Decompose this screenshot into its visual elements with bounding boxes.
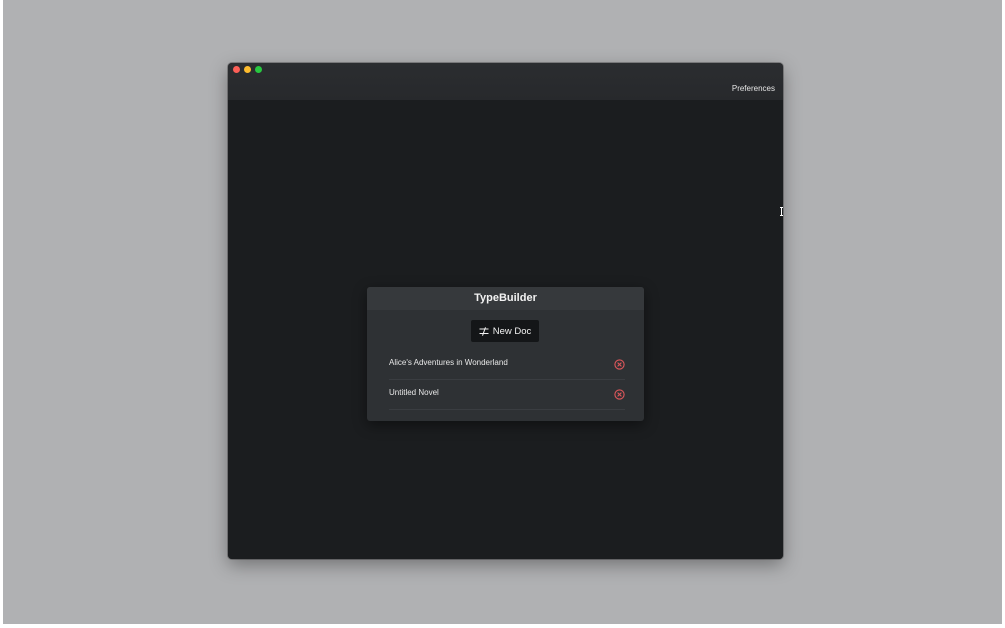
- circle-x-icon[interactable]: [614, 387, 625, 400]
- maximize-window-button[interactable]: [255, 66, 262, 73]
- text-cursor-icon: [780, 203, 783, 216]
- document-title[interactable]: Untitled Novel: [389, 388, 439, 397]
- new-doc-button[interactable]: New Doc: [471, 320, 539, 342]
- minimize-window-button[interactable]: [244, 66, 251, 73]
- document-picker-dialog: TypeBuilder New Doc Alice's Adventures i…: [367, 287, 644, 421]
- app-window: Preferences TypeBuilder New Doc Alice's …: [228, 63, 783, 559]
- close-window-button[interactable]: [233, 66, 240, 73]
- sliders-icon: [479, 326, 489, 336]
- title-bar: Preferences: [228, 63, 783, 101]
- main-content: TypeBuilder New Doc Alice's Adventures i…: [228, 100, 783, 559]
- document-list-item[interactable]: Alice's Adventures in Wonderland: [389, 350, 625, 380]
- preferences-link[interactable]: Preferences: [732, 84, 775, 93]
- new-doc-label: New Doc: [492, 325, 532, 337]
- desktop: Preferences TypeBuilder New Doc Alice's …: [3, 0, 1002, 624]
- circle-x-icon[interactable]: [614, 357, 625, 370]
- dialog-title: TypeBuilder: [367, 287, 644, 310]
- document-title[interactable]: Alice's Adventures in Wonderland: [389, 358, 508, 367]
- document-list-item[interactable]: Untitled Novel: [389, 380, 625, 410]
